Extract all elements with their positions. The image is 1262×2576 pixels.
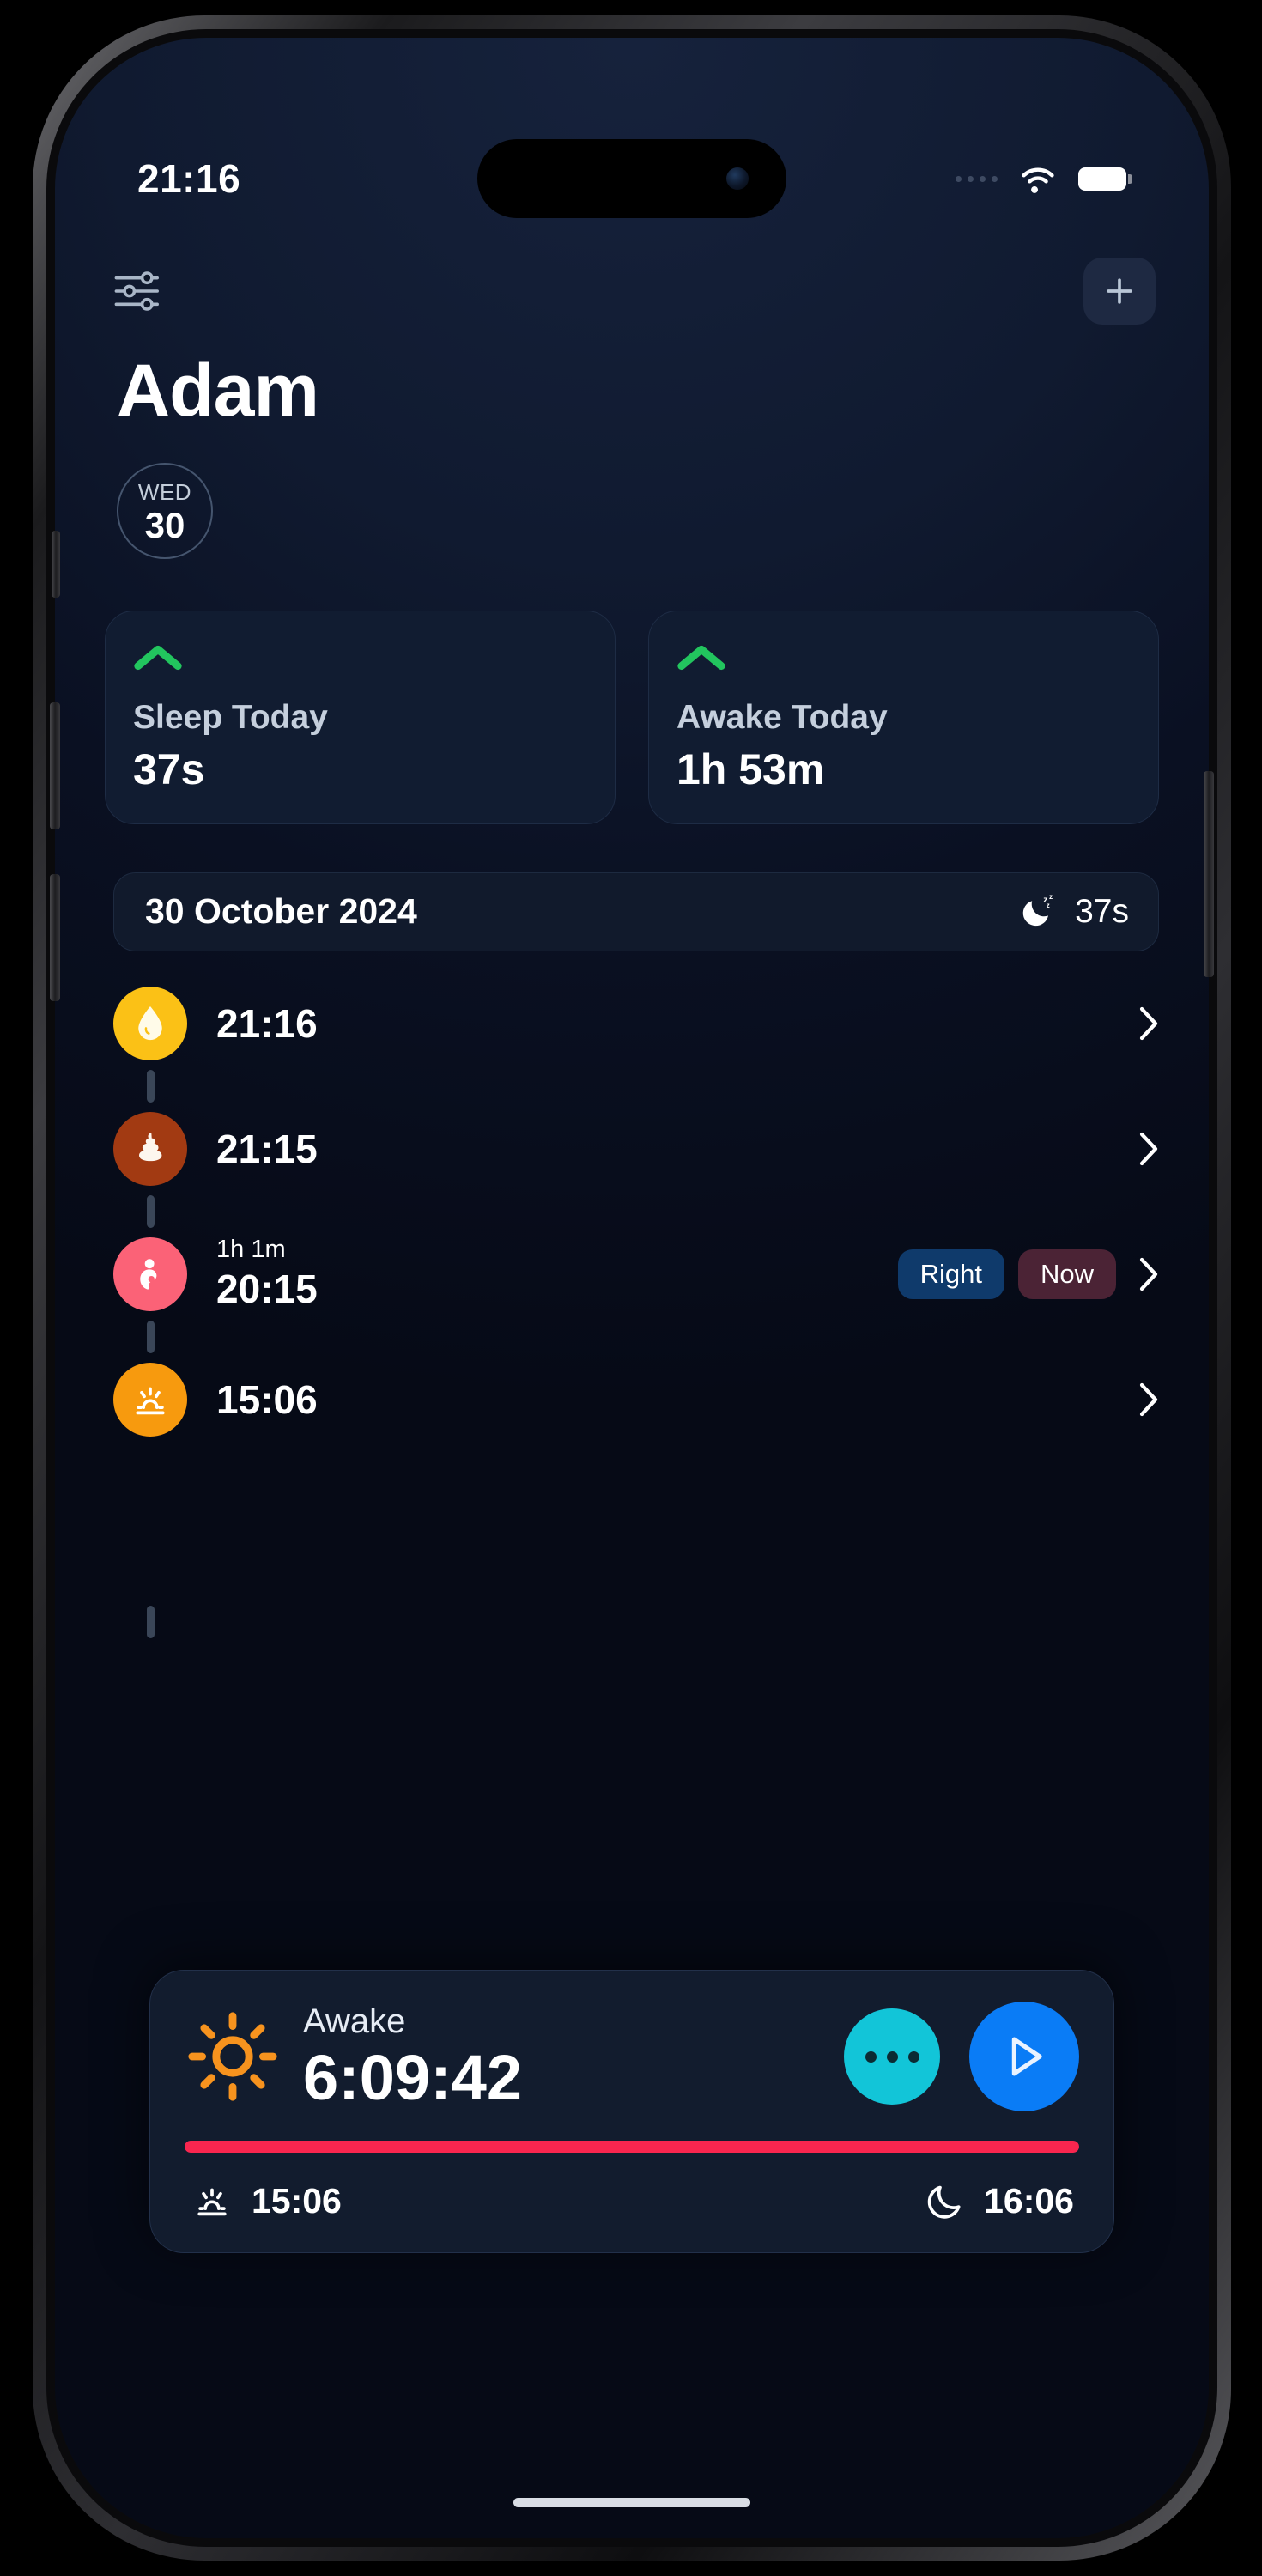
sunrise-icon: [113, 1362, 187, 1437]
timeline-row[interactable]: 15:06: [55, 1353, 1209, 1446]
date-sleep-total: 37s: [1075, 892, 1129, 930]
date-sleep-summary: z z z 37s: [1018, 891, 1129, 933]
volume-down-button[interactable]: [50, 874, 60, 1001]
badge-side: Right: [897, 1249, 1004, 1299]
timer-start-time: 15:06: [252, 2180, 342, 2221]
timer-end-time: 16:06: [984, 2180, 1074, 2221]
page-title: Adam: [117, 349, 319, 432]
timer-more-button[interactable]: [844, 2008, 940, 2105]
chevron-right-icon[interactable]: [1138, 1382, 1159, 1418]
stat-card-value: 1h 53m: [677, 744, 825, 793]
timeline-row[interactable]: 21:16: [55, 977, 1209, 1070]
timer-card-top: Awake 6:09:42: [185, 2002, 1079, 2111]
dynamic-island: [477, 139, 786, 218]
ellipsis-icon: [865, 2050, 919, 2063]
timeline-row-time: 15:06: [216, 1376, 318, 1422]
add-entry-button[interactable]: [1083, 258, 1156, 325]
timer-state-label: Awake: [303, 2002, 406, 2040]
volume-up-button[interactable]: [50, 702, 60, 829]
chevron-right-icon[interactable]: [1138, 1131, 1159, 1167]
plus-icon: [1107, 278, 1132, 304]
timeline-connector: [147, 1194, 155, 1228]
timer-text-block: Awake 6:09:42: [303, 2002, 522, 2111]
stat-card-awake[interactable]: Awake Today 1h 53m: [648, 611, 1159, 824]
status-bar-time: 21:16: [137, 156, 241, 201]
svg-text:z: z: [1047, 902, 1050, 909]
event-timeline: 21:16 21:15 1h 1m 20:15 Right Now 15:06: [55, 951, 1209, 1638]
stat-card-row: Sleep Today 37s Awake Today 1h 53m: [55, 559, 1209, 824]
timeline-row-time: 21:16: [216, 1000, 318, 1046]
chevron-up-icon: [134, 645, 182, 671]
nursing-icon: [113, 1236, 187, 1311]
home-indicator[interactable]: [513, 2498, 750, 2507]
active-timer-card[interactable]: Awake 6:09:42 15:06 16:06: [149, 1970, 1114, 2253]
timer-progress-fill: [185, 2141, 1079, 2153]
timeline-row-text: 21:15: [216, 1126, 318, 1172]
stat-card-value: 37s: [133, 744, 205, 793]
app-top-bar: [55, 218, 1209, 325]
timeline-row-text: 15:06: [216, 1376, 318, 1423]
date-label: 30 October 2024: [145, 891, 417, 932]
timer-start: 15:06: [190, 2178, 342, 2223]
stat-card-label: Sleep Today: [133, 699, 328, 736]
timeline-connector: [147, 1069, 155, 1103]
timeline-row-time: 21:15: [216, 1126, 318, 1171]
poop-icon: [113, 1111, 187, 1186]
droplet-icon: [113, 986, 187, 1060]
phone-frame: 21:16 Adam WED 30 Sleep Today 37s Awake …: [33, 15, 1231, 2561]
phone-screen: 21:16 Adam WED 30 Sleep Today 37s Awake …: [55, 38, 1209, 2538]
timer-play-button[interactable]: [969, 2002, 1079, 2111]
status-bar-indicators: [956, 162, 1132, 195]
timer-actions: [844, 2002, 1079, 2111]
silent-switch[interactable]: [52, 531, 60, 598]
sun-icon: [188, 2012, 277, 2101]
moon-zzz-icon: z z z: [1022, 892, 1053, 926]
moon-icon: [927, 2185, 961, 2219]
timeline-row-time: 20:15: [216, 1267, 318, 1312]
chevron-right-icon[interactable]: [1138, 1256, 1159, 1292]
timeline-row-badges: Right Now: [897, 1249, 1116, 1299]
day-of-week-label: WED: [137, 478, 192, 505]
timeline-row-duration: 1h 1m: [216, 1236, 286, 1264]
front-camera-icon: [726, 167, 749, 190]
day-number-label: 30: [144, 504, 185, 545]
timer-end: 16:06: [924, 2179, 1074, 2222]
phone-bezel: 21:16 Adam WED 30 Sleep Today 37s Awake …: [46, 29, 1217, 2547]
timeline-row-text: 21:16: [216, 1000, 318, 1047]
chevron-up-icon: [677, 645, 725, 671]
play-icon: [1011, 2037, 1042, 2076]
timer-card-footer: 15:06 16:06: [185, 2178, 1079, 2223]
svg-text:z: z: [1049, 892, 1053, 901]
sliders-icon[interactable]: [113, 269, 163, 313]
battery-full-icon: [1078, 167, 1132, 191]
power-button[interactable]: [1204, 771, 1214, 977]
timer-progress-bar: [185, 2141, 1079, 2153]
sunrise-icon: [197, 2188, 227, 2216]
signal-dots-icon: [956, 175, 998, 182]
timeline-connector: [147, 1320, 155, 1353]
timeline-row[interactable]: 21:15: [55, 1103, 1209, 1195]
date-header-bar[interactable]: 30 October 2024 z z z 37s: [113, 872, 1159, 951]
chevron-right-icon[interactable]: [1138, 1005, 1159, 1042]
timeline-row[interactable]: 1h 1m 20:15 Right Now: [55, 1228, 1209, 1321]
stat-card-sleep[interactable]: Sleep Today 37s: [105, 611, 616, 824]
timeline-connector: [147, 1605, 155, 1638]
stat-card-label: Awake Today: [677, 699, 888, 736]
screenshot-stage: 21:16 Adam WED 30 Sleep Today 37s Awake …: [0, 0, 1262, 2576]
badge-now: Now: [1017, 1249, 1116, 1299]
wifi-icon: [1022, 167, 1054, 193]
day-selector[interactable]: WED 30: [117, 463, 213, 559]
timeline-row-text: 1h 1m 20:15: [216, 1236, 318, 1312]
timer-elapsed-value: 6:09:42: [303, 2041, 523, 2113]
